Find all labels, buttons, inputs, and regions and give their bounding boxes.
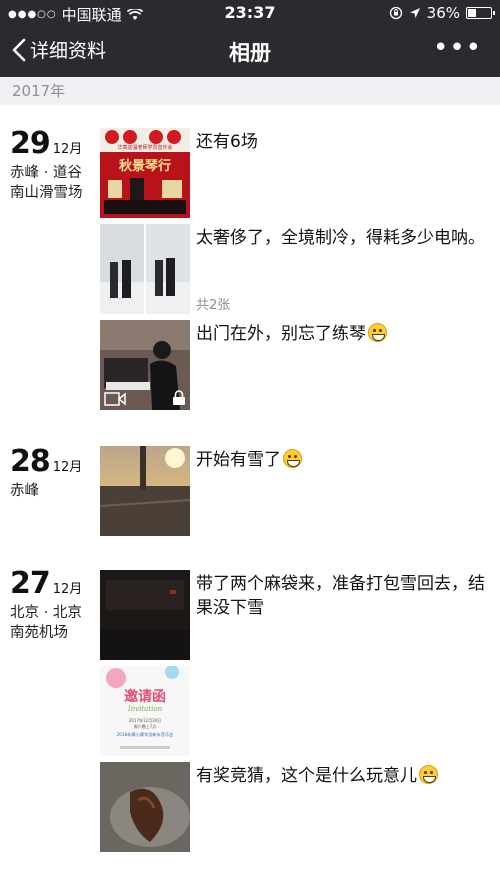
- post-thumbnail[interactable]: [100, 320, 190, 410]
- grin-emoji-icon: [368, 323, 387, 342]
- post-text-content: 有奖竞猜，这个是什么玩意儿: [196, 766, 417, 786]
- invite-event: 2018年赛小赛学员新年音乐会: [117, 731, 175, 738]
- photo-count: 共2张: [196, 298, 231, 313]
- day-number: 27: [10, 566, 51, 601]
- battery-icon: [466, 7, 495, 19]
- post-item[interactable]: 带了两个麻袋来，准备打包雪回去，结果没下雪: [100, 570, 490, 660]
- day-header-27: 27 12月 北京 · 北京南苑机场: [10, 566, 92, 643]
- post-thumbnail[interactable]: [100, 762, 190, 852]
- back-button[interactable]: 详细资料: [12, 36, 106, 63]
- post-text-content: 开始有雪了: [196, 450, 281, 470]
- location-label: 北京 · 北京南苑机场: [10, 605, 82, 641]
- post-text: 太奢侈了，全境制冷，得耗多少电呐。: [196, 228, 485, 248]
- lock-icon: [173, 390, 185, 405]
- post-item[interactable]: 华章店温老师学员音乐会 秋景琴行 还有6场: [100, 128, 490, 218]
- post-item[interactable]: 出门在外，别忘了练琴: [100, 320, 490, 410]
- post-thumbnail[interactable]: 邀请函 Invitation 2017年12月30日 周六晚上7点 2018年赛…: [100, 666, 190, 756]
- day-header-28: 28 12月 赤峰: [10, 444, 92, 501]
- chevron-left-icon: [12, 38, 26, 61]
- post-item[interactable]: 有奖竞猜，这个是什么玩意儿: [100, 762, 490, 852]
- grin-emoji-icon: [419, 765, 438, 784]
- post-item[interactable]: 邀请函 Invitation 2017年12月30日 周六晚上7点 2018年赛…: [100, 666, 490, 756]
- month-label: 12月: [52, 142, 83, 157]
- poster-title: 秋景琴行: [119, 158, 171, 174]
- more-options-button[interactable]: •••: [433, 35, 482, 61]
- grin-emoji-icon: [283, 449, 302, 468]
- invite-date: 2017年12月30日: [129, 717, 161, 723]
- post-text-content: 出门在外，别忘了练琴: [196, 324, 366, 344]
- post-text: 有奖竞猜，这个是什么玩意儿: [196, 764, 486, 788]
- video-icon: [104, 392, 126, 406]
- day-header-29: 29 12月 赤峰 · 道谷南山滑雪场: [10, 126, 92, 203]
- invite-sub: Invitation: [127, 705, 163, 713]
- top-bar: ●●●○○ 中国联通 23:37 36% 详细资料 相册 •••: [0, 0, 500, 77]
- status-bar: ●●●○○ 中国联通 23:37 36%: [0, 0, 500, 26]
- location-label: 赤峰 · 道谷南山滑雪场: [10, 165, 83, 201]
- poster-header: 华章店温老师学员音乐会: [117, 144, 172, 151]
- day-number: 29: [10, 126, 51, 161]
- back-label: 详细资料: [30, 40, 107, 62]
- post-item[interactable]: 开始有雪了: [100, 446, 490, 536]
- month-label: 12月: [52, 460, 83, 475]
- location-label: 赤峰: [10, 483, 39, 499]
- post-thumbnail[interactable]: [100, 224, 190, 314]
- day-number: 28: [10, 444, 51, 479]
- post-thumbnail[interactable]: [100, 446, 190, 536]
- orientation-lock-icon: [389, 6, 402, 20]
- invite-time: 周六晚上7点: [134, 723, 157, 729]
- post-text: 带了两个麻袋来，准备打包雪回去，结果没下雪: [196, 574, 485, 618]
- post-thumbnail[interactable]: 华章店温老师学员音乐会 秋景琴行: [100, 128, 190, 218]
- post-item[interactable]: 太奢侈了，全境制冷，得耗多少电呐。 共2张: [100, 224, 490, 314]
- battery-percent: 36%: [426, 4, 460, 22]
- post-text: 还有6场: [196, 132, 258, 152]
- post-text: 开始有雪了: [196, 448, 486, 472]
- post-thumbnail[interactable]: [100, 570, 190, 660]
- year-header: 2017年: [0, 77, 500, 105]
- month-label: 12月: [52, 582, 83, 597]
- nav-bar: 详细资料 相册 •••: [0, 30, 500, 74]
- post-text: 出门在外，别忘了练琴: [196, 322, 486, 346]
- battery-level-fill: [468, 9, 476, 17]
- location-arrow-icon: [409, 8, 420, 18]
- invite-title: 邀请函: [124, 688, 166, 705]
